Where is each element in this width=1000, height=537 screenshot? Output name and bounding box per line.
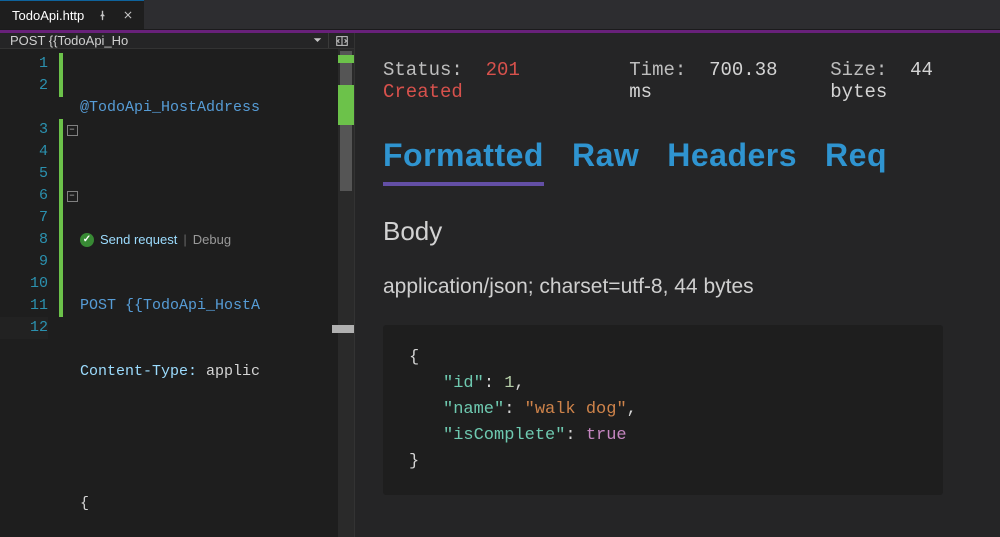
splitter-handle[interactable] [332, 325, 354, 333]
tab-request[interactable]: Req [825, 137, 887, 186]
status-label: Status: [383, 59, 463, 81]
document-tab-title: TodoApi.http [12, 8, 84, 23]
tab-raw[interactable]: Raw [572, 137, 639, 186]
tab-strip: TodoApi.http [0, 0, 1000, 30]
editor-pane: POST {{TodoApi_Ho 1 2 3 4 5 6 7 8 9 [0, 33, 355, 537]
response-body-json[interactable]: { "id": 1, "name": "walk dog", "isComple… [383, 325, 943, 495]
request-combo-row: POST {{TodoApi_Ho [0, 33, 354, 49]
close-icon[interactable] [120, 7, 136, 23]
chevron-down-icon [313, 33, 322, 48]
document-tab[interactable]: TodoApi.http [0, 0, 144, 29]
code-editor[interactable]: 1 2 3 4 5 6 7 8 9 10 11 12 [0, 49, 354, 537]
split-window-button[interactable] [328, 33, 354, 48]
request-combo-value: POST {{TodoApi_Ho [10, 33, 128, 48]
response-pane: Status: 201 Created Time: 700.38 ms Size… [355, 33, 1000, 537]
check-icon: ✓ [80, 233, 94, 247]
response-status-row: Status: 201 Created Time: 700.38 ms Size… [383, 59, 1000, 103]
main-area: POST {{TodoApi_Ho 1 2 3 4 5 6 7 8 9 [0, 33, 1000, 537]
tab-headers[interactable]: Headers [667, 137, 797, 186]
request-combo[interactable]: POST {{TodoApi_Ho [0, 33, 328, 48]
response-tabs: Formatted Raw Headers Req [383, 137, 1000, 186]
body-heading: Body [383, 216, 1000, 247]
editor-scrollbar[interactable] [338, 49, 354, 537]
fold-toggle[interactable]: − [64, 185, 80, 207]
size-label: Size: [830, 59, 887, 81]
codelens-debug[interactable]: Debug [193, 229, 231, 251]
fold-column: − − [64, 49, 80, 537]
content-type-line: application/json; charset=utf-8, 44 byte… [383, 275, 1000, 299]
pin-icon[interactable] [94, 7, 110, 23]
line-number-gutter: 1 2 3 4 5 6 7 8 9 10 11 12 [0, 49, 58, 537]
codelens-send-request[interactable]: Send request [100, 229, 177, 251]
fold-toggle[interactable]: − [64, 119, 80, 141]
tab-formatted[interactable]: Formatted [383, 137, 544, 186]
code-content[interactable]: @TodoApi_HostAddress ✓ Send request | De… [80, 49, 354, 537]
time-label: Time: [629, 59, 686, 81]
codelens: ✓ Send request | Debug [80, 229, 354, 251]
